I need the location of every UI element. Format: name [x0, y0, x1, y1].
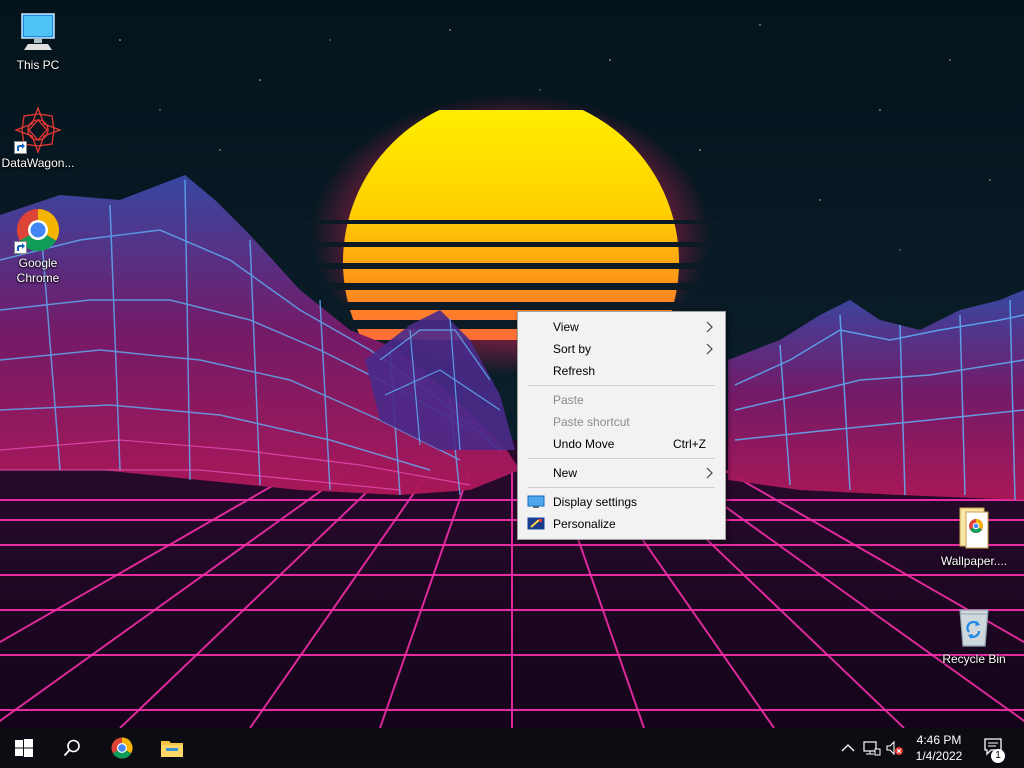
desktop-icon-wallpaper[interactable]: Wallpaper....	[936, 504, 1012, 569]
notification-count-badge: 1	[991, 749, 1005, 763]
desktop-icon-label: This PC	[16, 58, 60, 72]
chrome-icon	[111, 737, 133, 759]
shortcut-arrow-icon	[14, 141, 27, 154]
desktop-context-menu: View Sort by Refresh Paste Paste shortcu…	[517, 311, 726, 540]
taskbar: 4:46 PM 1/4/2022 1	[0, 728, 1024, 768]
menu-separator	[528, 385, 715, 386]
recycle-bin-icon	[950, 602, 998, 650]
chevron-right-icon	[706, 343, 714, 358]
desktop-icon-label: Recycle Bin	[942, 652, 1006, 666]
menu-item-paste-shortcut: Paste shortcut	[520, 411, 723, 433]
menu-item-label: Undo Move	[553, 437, 615, 451]
menu-item-label: Paste shortcut	[553, 415, 630, 429]
start-button[interactable]	[0, 728, 48, 768]
notification-center-button[interactable]: 1	[978, 728, 1018, 768]
menu-separator	[528, 458, 715, 459]
menu-item-label: Paste	[553, 393, 584, 407]
clock-time: 4:46 PM	[916, 733, 962, 747]
desktop-icon-datawagon[interactable]: DataWagon...	[0, 106, 76, 171]
desktop-wallpaper	[0, 0, 1024, 728]
chevron-right-icon	[706, 467, 714, 482]
menu-item-view[interactable]: View	[520, 316, 723, 338]
datawagon-icon	[14, 106, 62, 154]
menu-item-display-settings[interactable]: Display settings	[520, 491, 723, 513]
shortcut-arrow-icon	[14, 241, 27, 254]
menu-item-undo-move[interactable]: Undo Move Ctrl+Z	[520, 433, 723, 455]
desktop-icon-google-chrome[interactable]: Google Chrome	[0, 206, 76, 286]
menu-item-label: Personalize	[553, 517, 616, 531]
chevron-up-icon[interactable]	[840, 740, 856, 756]
menu-item-label: View	[553, 320, 579, 334]
desktop-icon-this-pc[interactable]: This PC	[0, 8, 76, 73]
menu-item-label: Refresh	[553, 364, 596, 378]
menu-item-paste: Paste	[520, 389, 723, 411]
system-clock[interactable]: 4:46 PM 1/4/2022	[905, 732, 973, 764]
menu-item-personalize[interactable]: Personalize	[520, 513, 723, 535]
desktop-icon-label: Google Chrome	[16, 256, 60, 285]
chrome-icon	[14, 206, 62, 254]
taskbar-chrome-button[interactable]	[98, 728, 146, 768]
menu-item-refresh[interactable]: Refresh	[520, 360, 723, 382]
volume-muted-icon[interactable]	[886, 740, 903, 756]
search-icon	[63, 739, 80, 757]
menu-item-new[interactable]: New	[520, 462, 723, 484]
file-explorer-icon	[161, 741, 183, 757]
network-icon[interactable]	[863, 740, 881, 756]
notification-count: 1	[995, 750, 1001, 761]
computer-icon	[14, 8, 62, 56]
display-settings-icon	[527, 495, 545, 509]
menu-item-label: Sort by	[553, 342, 592, 356]
chevron-right-icon	[706, 321, 714, 336]
start-icon	[15, 739, 33, 757]
clock-date: 1/4/2022	[915, 749, 963, 763]
wallpaper-folder-icon	[950, 504, 998, 552]
desktop-icon-label: DataWagon...	[1, 156, 75, 170]
menu-item-label: New	[553, 466, 578, 480]
menu-item-label: Display settings	[553, 495, 638, 509]
menu-item-sort-by[interactable]: Sort by	[520, 338, 723, 360]
search-button[interactable]	[48, 728, 96, 768]
personalize-icon	[527, 517, 545, 531]
menu-item-shortcut: Ctrl+Z	[673, 437, 706, 451]
desktop-icon-label: Wallpaper....	[940, 554, 1008, 568]
menu-separator	[528, 487, 715, 488]
taskbar-file-explorer-button[interactable]	[148, 728, 196, 768]
desktop-icon-recycle-bin[interactable]: Recycle Bin	[936, 602, 1012, 667]
